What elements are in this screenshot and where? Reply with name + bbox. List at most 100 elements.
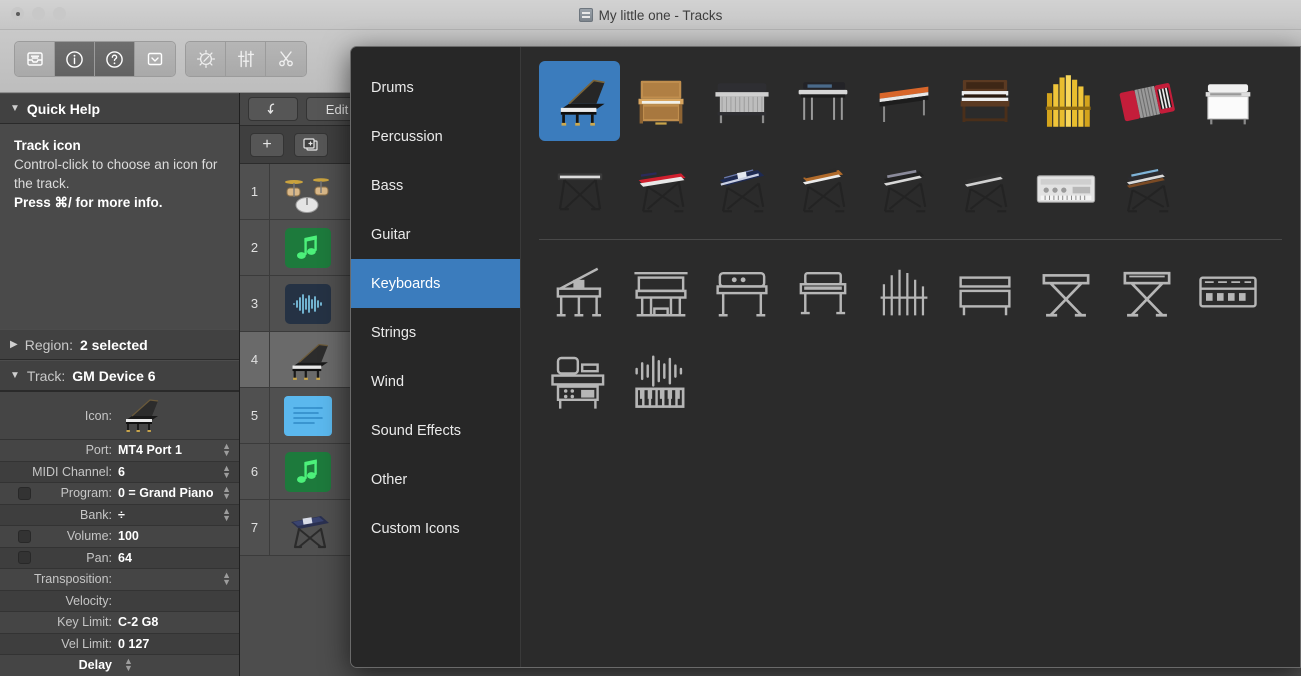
stepper-icon[interactable]: ▲▼ xyxy=(222,572,231,586)
track-header[interactable]: ▼ Track: GM Device 6 xyxy=(0,360,239,391)
category-guitar[interactable]: Guitar xyxy=(351,210,520,259)
param-value[interactable]: 0 127 xyxy=(118,637,149,651)
pipe-organ-icon[interactable] xyxy=(1025,61,1106,141)
upright-piano-outline-icon[interactable] xyxy=(620,252,701,332)
keyboard-stand-outline-icon[interactable] xyxy=(1025,252,1106,332)
param-label: Port: xyxy=(0,443,118,457)
analog-synth-icon[interactable] xyxy=(863,149,944,229)
library-icon[interactable] xyxy=(15,42,55,76)
question-circle-icon[interactable] xyxy=(95,42,135,76)
category-strings[interactable]: Strings xyxy=(351,308,520,357)
category-percussion[interactable]: Percussion xyxy=(351,112,520,161)
param-row-bank[interactable]: Bank: ÷ ▲▼ xyxy=(0,505,239,527)
quick-help-title: Quick Help xyxy=(27,101,100,117)
keyboard-stand-2-outline-icon[interactable] xyxy=(1106,252,1187,332)
param-label: Bank: xyxy=(0,508,118,522)
undo-arrow-icon[interactable] xyxy=(248,97,298,121)
param-row-midi-channel[interactable]: MIDI Channel: 6 ▲▼ xyxy=(0,462,239,484)
grand-piano-icon[interactable] xyxy=(539,61,620,141)
duplicate-track-icon[interactable] xyxy=(294,133,328,157)
stepper-icon[interactable]: ▲▼ xyxy=(124,658,133,672)
param-value[interactable]: C-2 G8 xyxy=(118,615,158,629)
vintage-drum-machine-icon[interactable] xyxy=(1025,149,1106,229)
param-value[interactable]: ÷ xyxy=(118,508,125,522)
music-note-icon[interactable] xyxy=(285,452,331,492)
chevron-box-icon[interactable] xyxy=(135,42,175,76)
region-header[interactable]: ▶ Region: 2 selected xyxy=(0,329,239,360)
red-stage-keyboard-icon[interactable] xyxy=(620,149,701,229)
sliders-icon[interactable] xyxy=(226,42,266,76)
track-number: 7 xyxy=(240,500,270,555)
param-row-volume[interactable]: Volume: 100 xyxy=(0,526,239,548)
category-bass[interactable]: Bass xyxy=(351,161,520,210)
keyboard-on-stand-icon[interactable] xyxy=(539,149,620,229)
digital-console-piano-icon[interactable] xyxy=(701,61,782,141)
tuner-icon[interactable] xyxy=(186,42,226,76)
icon-category-list: Drums Percussion Bass Guitar Keyboards S… xyxy=(351,47,521,667)
volume-checkbox[interactable] xyxy=(18,530,31,543)
accordion-icon[interactable] xyxy=(1106,61,1187,141)
scissors-icon[interactable] xyxy=(266,42,306,76)
category-drums[interactable]: Drums xyxy=(351,63,520,112)
icon-grid-area xyxy=(521,47,1300,667)
synth-stand-icon[interactable] xyxy=(270,500,346,555)
grand-piano-icon[interactable] xyxy=(270,332,346,387)
region-label: Region: xyxy=(25,337,73,353)
white-combo-organ-icon[interactable] xyxy=(1187,61,1268,141)
param-row-transposition[interactable]: Transposition: ▲▼ xyxy=(0,569,239,591)
category-wind[interactable]: Wind xyxy=(351,357,520,406)
category-other[interactable]: Other xyxy=(351,455,520,504)
param-value[interactable]: MT4 Port 1 xyxy=(118,443,182,457)
combo-organ-outline-icon[interactable] xyxy=(944,252,1025,332)
upright-piano-icon[interactable] xyxy=(620,61,701,141)
workstation-outline-icon[interactable] xyxy=(539,340,620,420)
stepper-icon[interactable]: ▲▼ xyxy=(222,486,231,500)
param-value[interactable]: 6 xyxy=(118,465,125,479)
spinet-piano-outline-icon[interactable] xyxy=(782,252,863,332)
quick-help-header[interactable]: ▼ Quick Help xyxy=(0,93,239,124)
drum-kit-icon[interactable] xyxy=(270,164,346,219)
param-row-port[interactable]: Port: MT4 Port 1 ▲▼ xyxy=(0,440,239,462)
stage-piano-icon[interactable] xyxy=(782,61,863,141)
param-value[interactable]: 64 xyxy=(118,551,132,565)
workstation-keyboard-icon[interactable] xyxy=(1106,149,1187,229)
toolbar-right-group xyxy=(185,41,307,77)
icon-picker-popup: Drums Percussion Bass Guitar Keyboards S… xyxy=(350,46,1301,668)
param-value[interactable]: 0 = Grand Piano xyxy=(118,486,214,500)
track-label: Track: xyxy=(27,368,65,384)
pan-checkbox[interactable] xyxy=(18,551,31,564)
mono-icon-grid xyxy=(539,252,1282,420)
param-row-program[interactable]: Program: 0 = Grand Piano ▲▼ xyxy=(0,483,239,505)
pipe-organ-outline-icon[interactable] xyxy=(863,252,944,332)
param-row-icon[interactable]: Icon: xyxy=(0,392,239,440)
param-row-vel-limit[interactable]: Vel Limit: 0 127 xyxy=(0,634,239,656)
param-value[interactable]: 100 xyxy=(118,529,139,543)
param-row-key-limit[interactable]: Key Limit: C-2 G8 xyxy=(0,612,239,634)
grand-piano-icon[interactable] xyxy=(118,395,162,436)
drum-machine-outline-icon[interactable] xyxy=(1187,252,1268,332)
orange-stage-piano-icon[interactable] xyxy=(863,61,944,141)
stepper-icon[interactable]: ▲▼ xyxy=(222,465,231,479)
param-row-pan[interactable]: Pan: 64 xyxy=(0,548,239,570)
stepper-icon[interactable]: ▲▼ xyxy=(222,508,231,522)
modular-synth-icon[interactable] xyxy=(701,149,782,229)
electric-piano-outline-icon[interactable] xyxy=(701,252,782,332)
category-sound-effects[interactable]: Sound Effects xyxy=(351,406,520,455)
info-circle-icon[interactable] xyxy=(55,42,95,76)
waveform-icon[interactable] xyxy=(285,284,331,324)
category-keyboards[interactable]: Keyboards xyxy=(351,259,520,308)
program-checkbox[interactable] xyxy=(18,487,31,500)
track-number: 3 xyxy=(240,276,270,331)
category-custom-icons[interactable]: Custom Icons xyxy=(351,504,520,553)
param-row-velocity[interactable]: Velocity: xyxy=(0,591,239,613)
stepper-icon[interactable]: ▲▼ xyxy=(222,443,231,457)
grand-piano-outline-icon[interactable] xyxy=(539,252,620,332)
folder-icon[interactable] xyxy=(284,396,332,436)
music-note-icon[interactable] xyxy=(285,228,331,268)
sampler-keyboard-outline-icon[interactable] xyxy=(620,340,701,420)
wooden-synth-icon[interactable] xyxy=(782,149,863,229)
param-row-delay[interactable]: Delay ▲▼ xyxy=(0,655,239,676)
add-track-button[interactable]: + xyxy=(250,133,284,157)
dark-synth-stand-icon[interactable] xyxy=(944,149,1025,229)
tonewheel-organ-icon[interactable] xyxy=(944,61,1025,141)
